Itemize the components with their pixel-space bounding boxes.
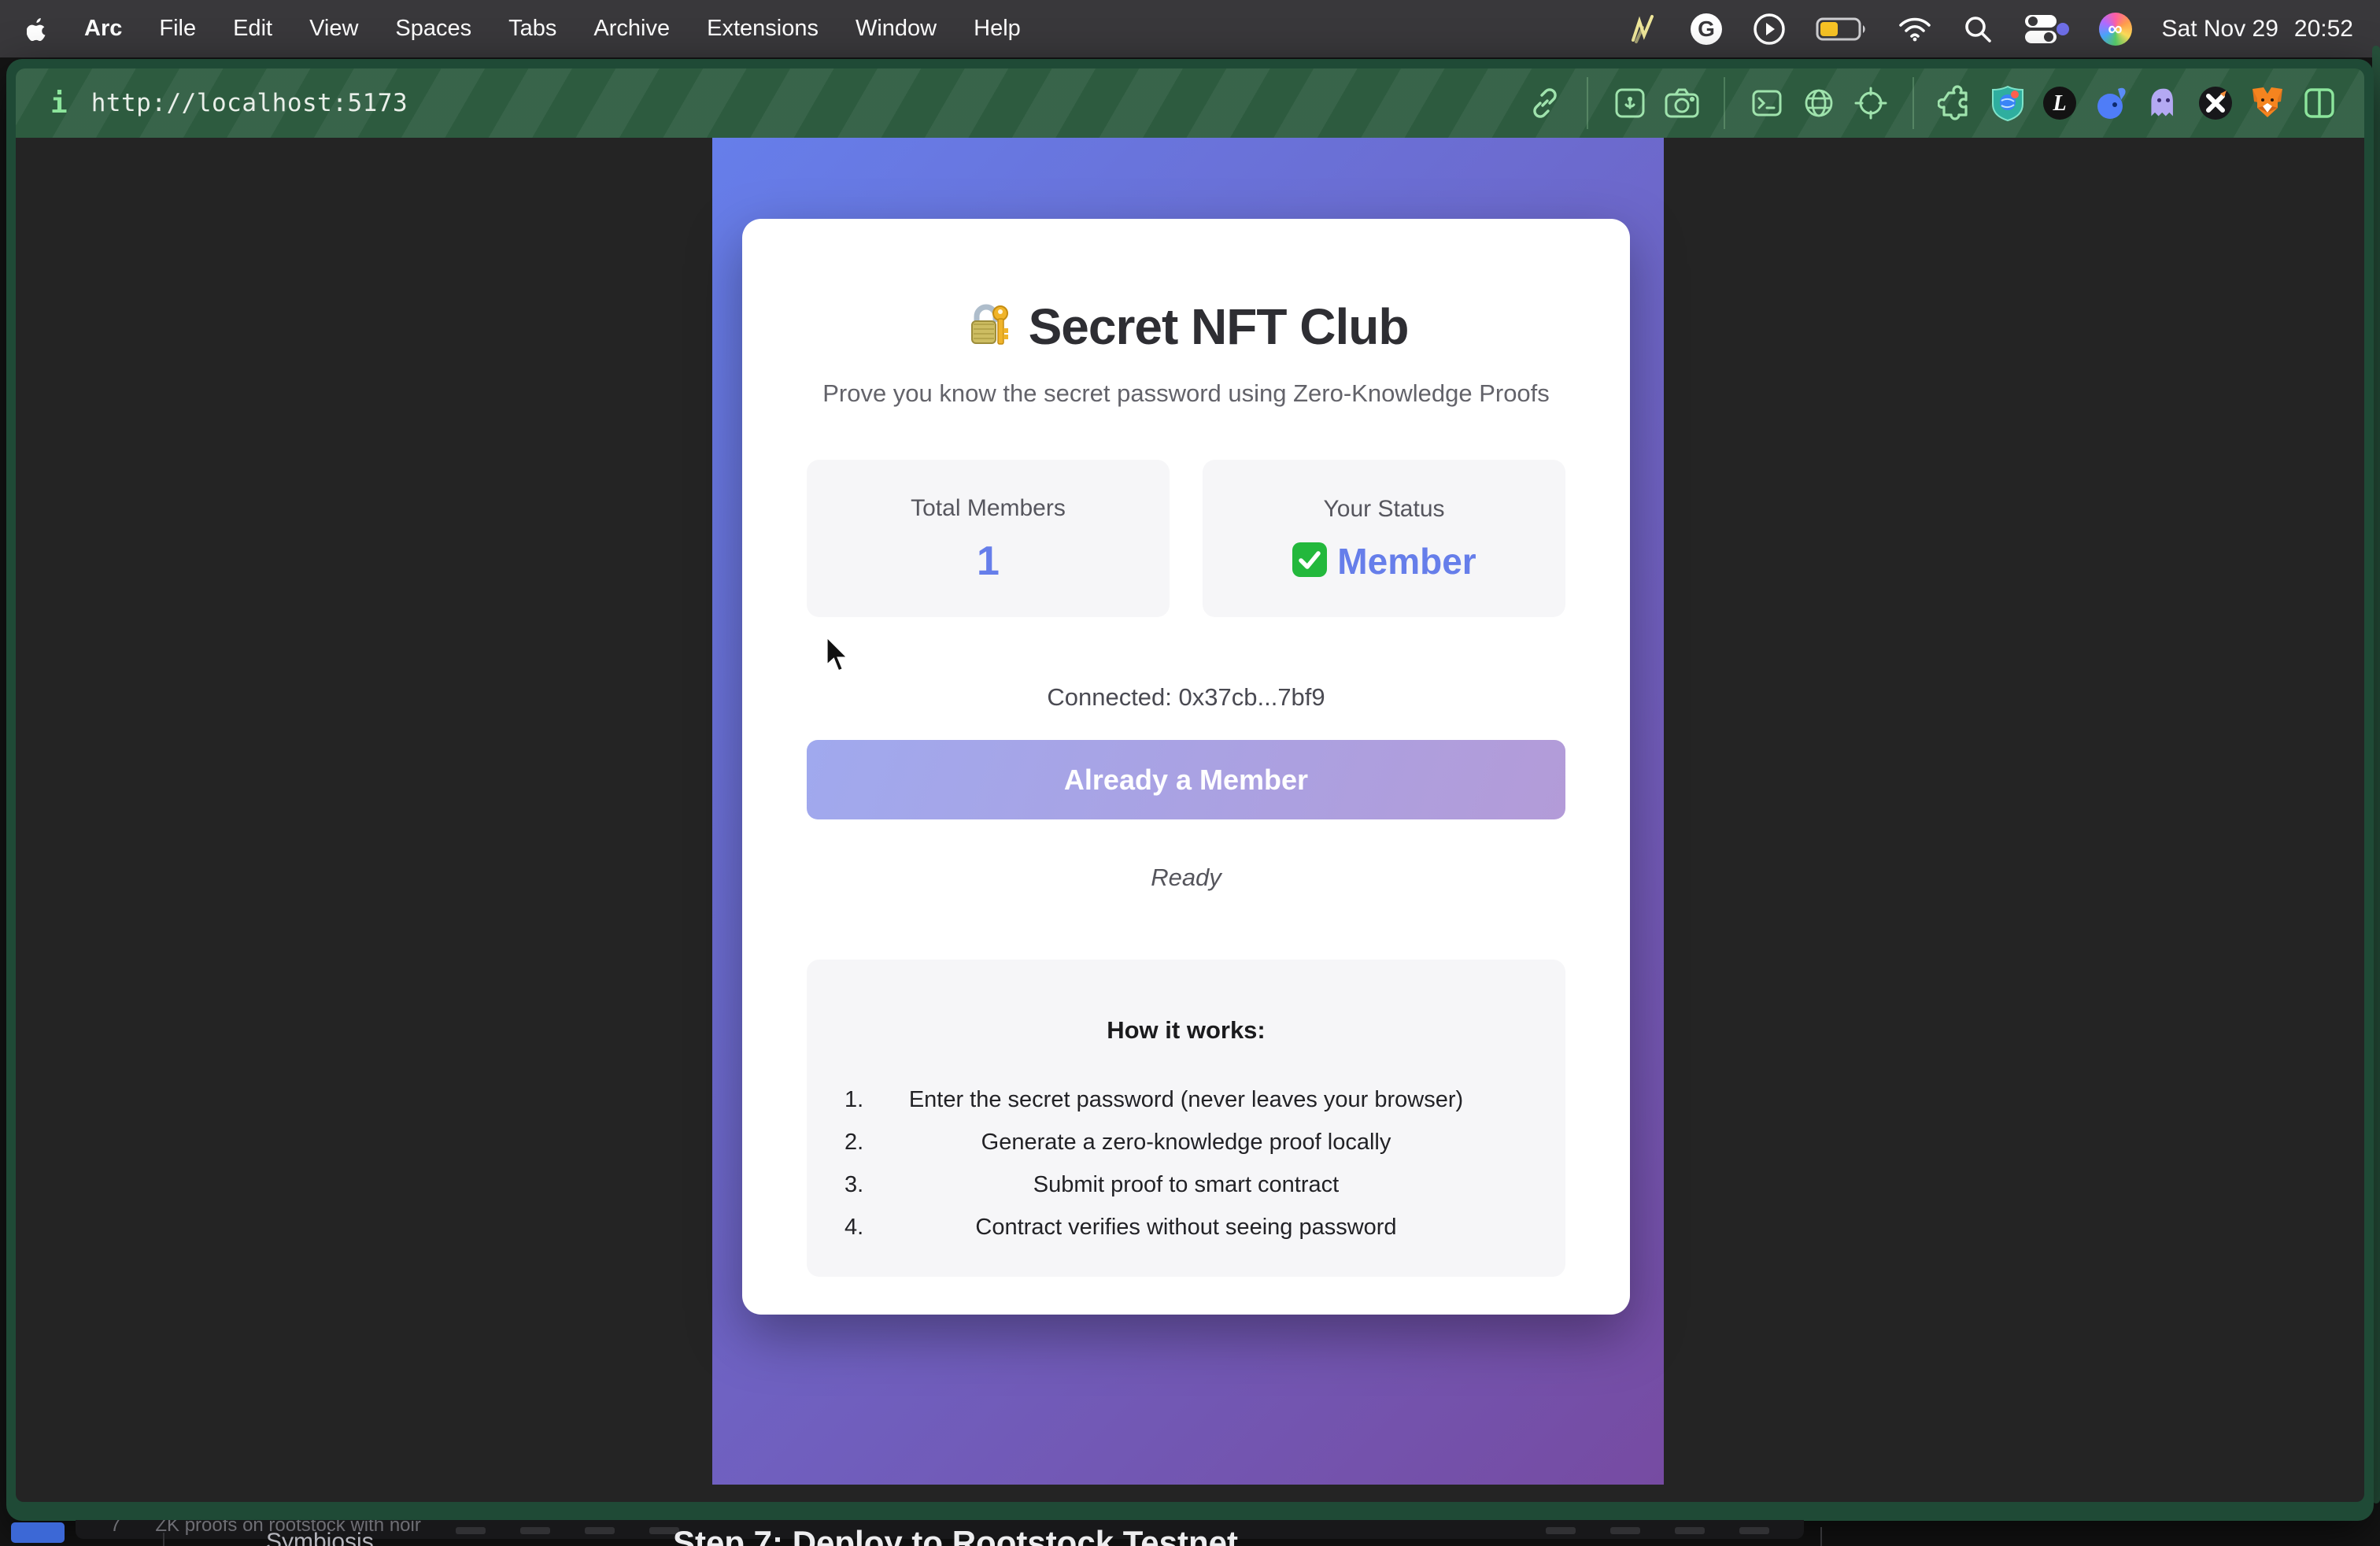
background-remote-badge: [11, 1522, 65, 1543]
how-it-works-box: How it works: 1. Enter the secret passwo…: [807, 960, 1565, 1277]
menu-item-edit[interactable]: Edit: [233, 16, 272, 42]
list-number: 1.: [844, 1087, 889, 1113]
toolbar-actions: L: [1527, 77, 2338, 129]
menu-item-extensions[interactable]: Extensions: [707, 16, 819, 42]
background-doc-heading: Step 7: Deploy to Rootstock Testnet: [673, 1524, 1238, 1546]
list-text: Contract verifies without seeing passwor…: [889, 1215, 1484, 1241]
svg-text:G: G: [1698, 17, 1715, 41]
check-mark-emoji: [1292, 542, 1328, 582]
site-info-icon[interactable]: i: [50, 87, 68, 120]
menu-item-tabs[interactable]: Tabs: [508, 16, 556, 42]
total-members-box: Total Members 1: [807, 460, 1170, 617]
list-number: 2.: [844, 1130, 889, 1156]
statusbar-item: [585, 1527, 615, 1534]
statusbar-item: [1675, 1527, 1705, 1534]
battery-icon[interactable]: [1816, 16, 1868, 43]
menu-item-spaces[interactable]: Spaces: [395, 16, 471, 42]
page-subtitle: Prove you know the secret password using…: [807, 379, 1565, 408]
browser-toolbar: i http://localhost:5173: [16, 68, 2364, 138]
clock-time: 20:52: [2294, 16, 2353, 43]
menu-bar: Arc File Edit View Spaces Tabs Archive E…: [0, 0, 2380, 57]
divider: [1820, 1527, 1822, 1546]
toolbar-separator: [1913, 77, 1914, 129]
metamask-fox-icon[interactable]: [2249, 85, 2286, 121]
status-text: Ready: [807, 864, 1565, 892]
desktop-screen: Arc File Edit View Spaces Tabs Archive E…: [0, 0, 2380, 1546]
statusbar-item: [520, 1527, 550, 1534]
mouse-cursor: [823, 634, 859, 679]
lock-with-key-emoji: [964, 301, 1013, 353]
chart-icon[interactable]: [1625, 12, 1660, 46]
statusbar-item: [1739, 1527, 1769, 1534]
statusbar-badge: 7: [110, 1520, 120, 1537]
background-tab-label: Symbiosis: [266, 1529, 374, 1546]
list-item: 1. Enter the secret password (never leav…: [844, 1087, 1528, 1113]
address-bar-url[interactable]: http://localhost:5173: [91, 89, 408, 117]
your-status-box: Your Status Member: [1203, 460, 1565, 617]
connected-address: Connected: 0x37cb...7bf9: [807, 683, 1565, 712]
webpage-background: Secret NFT Club Prove you know the secre…: [712, 138, 1664, 1485]
stat-label: Total Members: [911, 495, 1066, 522]
infinity-app-icon[interactable]: ∞: [2099, 13, 2132, 46]
search-icon[interactable]: [1962, 13, 1994, 45]
arc-browser-window: i http://localhost:5173: [6, 59, 2374, 1521]
menu-item-file[interactable]: File: [159, 16, 196, 42]
toolbar-separator: [1724, 77, 1725, 129]
member-status-value: Member: [1337, 543, 1476, 579]
shield-extension-icon[interactable]: [1990, 85, 2026, 121]
toolbar-separator: [1587, 77, 1588, 129]
puzzle-icon[interactable]: [1938, 85, 1974, 121]
statusbar-item: [1546, 1527, 1576, 1534]
total-members-value: 1: [977, 541, 1000, 582]
globe-icon[interactable]: [1801, 85, 1837, 121]
secret-nft-club-card: Secret NFT Club Prove you know the secre…: [742, 219, 1630, 1315]
link-icon[interactable]: [1527, 85, 1563, 121]
browser-viewport: Secret NFT Club Prove you know the secre…: [16, 138, 2364, 1502]
split-view-icon[interactable]: [2301, 85, 2338, 121]
terminal-icon[interactable]: [1749, 85, 1785, 121]
list-item: 2. Generate a zero-knowledge proof local…: [844, 1130, 1528, 1156]
menu-item-help[interactable]: Help: [974, 16, 1021, 42]
list-text: Generate a zero-knowledge proof locally: [889, 1130, 1484, 1156]
list-item: 4. Contract verifies without seeing pass…: [844, 1215, 1528, 1241]
menu-item-archive[interactable]: Archive: [593, 16, 670, 42]
target-icon[interactable]: [1853, 85, 1889, 121]
list-number: 3.: [844, 1172, 889, 1198]
control-center-icon[interactable]: [2023, 13, 2069, 45]
stats-row: Total Members 1 Your Status: [807, 460, 1565, 617]
stat-label: Your Status: [1324, 496, 1445, 523]
list-text: Submit proof to smart contract: [889, 1172, 1484, 1198]
svg-text:L: L: [2052, 91, 2066, 116]
statusbar-item: [456, 1527, 486, 1534]
x-wallet-extension-icon[interactable]: [2197, 85, 2234, 121]
menu-app-name[interactable]: Arc: [84, 16, 122, 42]
list-item: 3. Submit proof to smart contract: [844, 1172, 1528, 1198]
clock-date: Sat Nov 29: [2162, 16, 2278, 43]
divider: [163, 1533, 164, 1546]
page-title: Secret NFT Club: [1029, 298, 1409, 356]
list-number: 4.: [844, 1215, 889, 1241]
how-it-works-heading: How it works:: [844, 1016, 1528, 1045]
camera-icon[interactable]: [1664, 85, 1700, 121]
already-member-button[interactable]: Already a Member: [807, 740, 1565, 819]
play-circle-icon[interactable]: [1753, 13, 1786, 46]
script-l-extension-icon[interactable]: L: [2042, 85, 2078, 121]
grammarly-icon[interactable]: G: [1690, 13, 1723, 46]
apple-menu-icon[interactable]: [27, 17, 47, 41]
phantom-ghost-extension-icon[interactable]: [2145, 85, 2182, 121]
statusbar-item: [1610, 1527, 1640, 1534]
list-text: Enter the secret password (never leaves …: [889, 1087, 1484, 1113]
menu-item-view[interactable]: View: [309, 16, 358, 42]
how-it-works-list: 1. Enter the secret password (never leav…: [844, 1087, 1528, 1241]
menu-clock[interactable]: Sat Nov 29 20:52: [2162, 16, 2354, 43]
gallery-icon[interactable]: [1612, 85, 1648, 121]
wifi-icon[interactable]: [1898, 16, 1932, 43]
blue-mascot-extension-icon[interactable]: [2094, 85, 2130, 121]
menu-item-window[interactable]: Window: [856, 16, 937, 42]
